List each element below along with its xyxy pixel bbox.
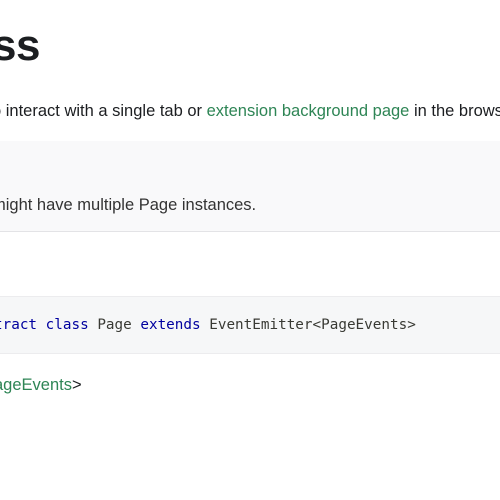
description-text-end: in the brows: [409, 102, 500, 120]
keyword-extends: extends: [140, 317, 201, 333]
page-events-link[interactable]: ageEvents: [0, 376, 72, 394]
keyword-class: class: [45, 317, 89, 333]
signature-code-block: tract class Page extends EventEmitter<Pa…: [0, 296, 500, 354]
keyword-abstract: tract: [0, 317, 38, 333]
extension-background-page-link[interactable]: extension background page: [207, 102, 410, 120]
remarks-text: might have multiple Page instances.: [0, 196, 257, 214]
page-title: ss: [0, 21, 40, 70]
extends-suffix: >: [71, 376, 82, 394]
description-text-start: o interact with a single tab or: [0, 102, 207, 120]
extends-line: ageEvents>: [0, 373, 82, 397]
remarks-block: might have multiple Page instances.: [0, 141, 500, 232]
class-name: Page: [97, 317, 132, 333]
base-type: EventEmitter<PageEvents>: [209, 317, 416, 333]
class-description: o interact with a single tab or extensio…: [0, 99, 500, 123]
signature-code: tract class Page extends EventEmitter<Pa…: [0, 315, 416, 335]
